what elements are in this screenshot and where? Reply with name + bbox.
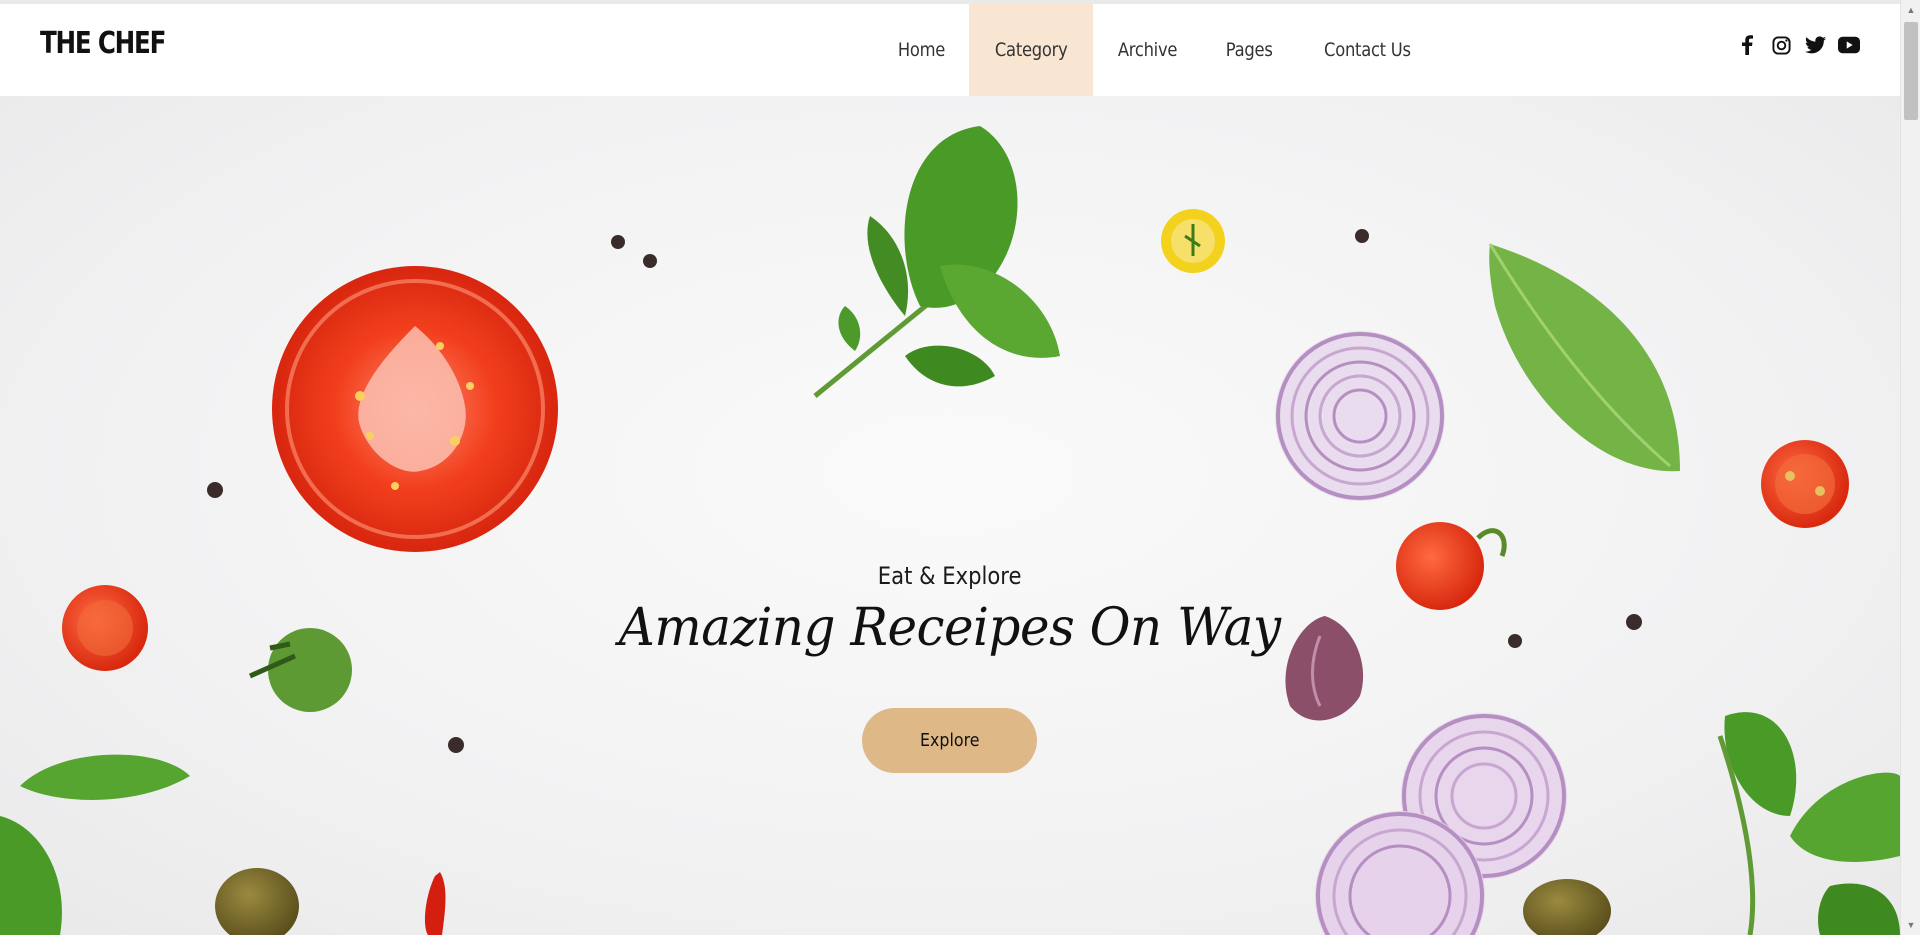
nav-item-label: Pages [1226, 39, 1273, 61]
scroll-up-arrow-icon[interactable]: ▲ [1901, 2, 1920, 18]
nav-item-pages[interactable]: Pages [1202, 4, 1296, 96]
nav-item-category[interactable]: Category [968, 4, 1094, 96]
scroll-down-arrow-icon[interactable]: ▼ [1901, 917, 1920, 933]
nav-item-contact-us[interactable]: Contact Us [1297, 4, 1438, 96]
hero-food-illustration [0, 126, 1900, 935]
yellow-tomato-decoration [1161, 209, 1225, 273]
main-nav: Home Category Archive Pages Contact Us [874, 4, 1438, 96]
green-leaf-decoration [1488, 243, 1680, 472]
nav-item-home[interactable]: Home [874, 4, 969, 96]
social-links [1736, 34, 1860, 56]
site-logo[interactable]: THE CHEF [40, 26, 166, 61]
hero-banner: Eat & Explore Amazing Receipes On Way Ex… [0, 96, 1900, 935]
basil-left-decoration [0, 754, 190, 935]
nav-item-label: Home [897, 39, 946, 61]
nav-item-label: Category [994, 39, 1068, 61]
explore-button[interactable]: Explore [862, 708, 1037, 773]
page-scrollbar[interactable]: ▲ ▼ [1900, 0, 1920, 935]
nav-item-label: Archive [1118, 39, 1178, 61]
youtube-icon[interactable] [1838, 34, 1860, 56]
hero-headline: Amazing Receipes On Way [0, 598, 1900, 658]
hero-kicker-text: Eat & Explore [878, 562, 1022, 590]
basil-sprig-decoration [813, 126, 1060, 398]
nav-item-archive[interactable]: Archive [1093, 4, 1202, 96]
tomato-slice-decoration [272, 266, 558, 552]
explore-button-label: Explore [919, 730, 980, 751]
hero-kicker: Eat & Explore [0, 562, 1900, 590]
hero-headline-text: Amazing Receipes On Way [619, 598, 1281, 658]
facebook-icon[interactable] [1736, 34, 1758, 56]
basil-right-decoration [1717, 712, 1900, 935]
site-header: THE CHEF Home Category Archive Pages Con… [0, 4, 1900, 96]
twitter-icon[interactable] [1804, 34, 1826, 56]
chili-decoration [424, 872, 446, 935]
scroll-thumb[interactable] [1904, 22, 1918, 120]
onion-ring-decoration [1275, 331, 1445, 501]
instagram-icon[interactable] [1770, 34, 1792, 56]
nav-item-label: Contact Us [1323, 39, 1411, 61]
